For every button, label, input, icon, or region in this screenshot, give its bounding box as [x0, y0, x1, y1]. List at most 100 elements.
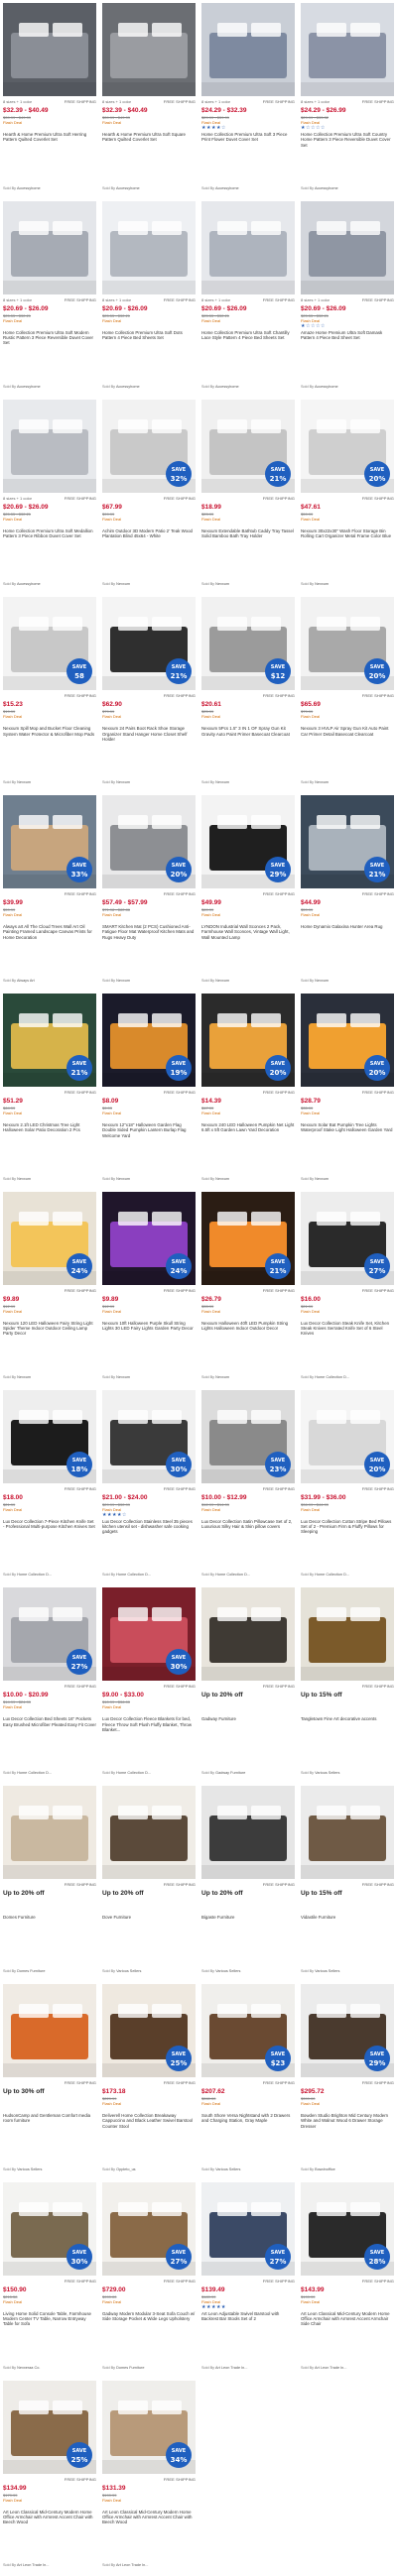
- seller-name[interactable]: Nexxum: [315, 780, 329, 784]
- seller-name[interactable]: Home Collection D...: [315, 1573, 349, 1577]
- seller-name[interactable]: Home Collection D...: [215, 1573, 250, 1577]
- product-card[interactable]: SAVE 27% FREE SHIPPING $10.00 - $20.99 $14.9…: [0, 1584, 99, 1783]
- product-title[interactable]: Lux Decor Collection Fleece Blankets for…: [102, 1716, 196, 1732]
- product-title[interactable]: Art Leon Classical Mid-Century Modern Ho…: [102, 2510, 196, 2525]
- product-card[interactable]: SAVE 25% FREE SHIPPING $134.99 $179.99 Flash …: [0, 2378, 99, 2576]
- product-title[interactable]: Vidaxtile Furniture: [301, 1915, 394, 1920]
- product-title[interactable]: Nexxum Solar Bat Pumpkin Tree Lights Wat…: [301, 1122, 394, 1133]
- seller-name[interactable]: Art Leon Trade In...: [215, 2366, 248, 2370]
- product-title[interactable]: Nexxum 10ft Halloween Purple Skull Strin…: [102, 1321, 196, 1332]
- product-title[interactable]: Nexxum 240 LED Halloween Pumpkin Net Lig…: [201, 1122, 295, 1133]
- seller-name[interactable]: Art Leon Trade In...: [17, 2563, 50, 2567]
- product-card[interactable]: SAVE 24% FREE SHIPPING $9.89 $12.99 Flash Dea…: [0, 1189, 99, 1387]
- product-image[interactable]: [3, 3, 96, 96]
- product-card[interactable]: FREE SHIPPING Up to 20% off Domes Furnitur…: [0, 1783, 99, 1981]
- size-options[interactable]: 8 sizes + 1 color: [102, 99, 131, 105]
- product-image[interactable]: SAVE 20%: [301, 399, 394, 493]
- product-card[interactable]: 8 sizes + 1 color FREE SHIPPING $20.69 - $…: [0, 198, 99, 397]
- product-image[interactable]: [301, 1587, 394, 1682]
- product-card[interactable]: FREE SHIPPING Up to 20% off Bigaste Furnit…: [198, 1783, 298, 1981]
- product-image[interactable]: SAVE 34%: [102, 2380, 196, 2474]
- product-card[interactable]: 8 sizes + 1 color FREE SHIPPING $32.39 - $…: [0, 0, 99, 198]
- product-image[interactable]: [3, 399, 96, 493]
- product-title[interactable]: Lux Decor Collection 7-Piece Kitchen Kni…: [3, 1519, 96, 1530]
- seller-name[interactable]: Nexxum: [17, 1375, 31, 1379]
- product-image[interactable]: SAVE 27%: [102, 2181, 196, 2276]
- product-card[interactable]: SAVE 27% FREE SHIPPING $139.49 $189.99 Flash …: [198, 2179, 298, 2378]
- size-options[interactable]: 8 sizes + 1 color: [301, 99, 330, 105]
- seller-name[interactable]: Nexxum: [116, 1177, 130, 1181]
- product-title[interactable]: Gadway Modern Modular 3-Seat Sofa Couch …: [102, 2311, 196, 2322]
- product-card[interactable]: SAVE 21% FREE SHIPPING $51.29 $64.99 Flash De…: [0, 991, 99, 1189]
- product-image[interactable]: SAVE 21%: [201, 1191, 295, 1285]
- product-card[interactable]: FREE SHIPPING Up to 15% off Tangletown Fin…: [298, 1584, 397, 1783]
- product-title[interactable]: SMART Kitchen Mat (2 PCS) Cushioned Anti…: [102, 924, 196, 940]
- product-title[interactable]: Nexxum 3 HVLP Air Spray Gun Kit Auto Pai…: [301, 726, 394, 737]
- seller-name[interactable]: Oppleto_us: [116, 2167, 135, 2171]
- product-title[interactable]: LYNDON Industrial Wall Sconces 2 Pack, F…: [201, 924, 295, 940]
- product-image[interactable]: SAVE 27%: [3, 1587, 96, 1682]
- product-image[interactable]: [201, 1587, 295, 1682]
- product-title[interactable]: Dove Furniture: [102, 1915, 196, 1920]
- product-image[interactable]: SAVE 29%: [201, 795, 295, 889]
- product-image[interactable]: SAVE 24%: [3, 1191, 96, 1285]
- product-title[interactable]: Lux Decor Collection Satin Pillowcase Se…: [201, 1519, 295, 1530]
- product-card[interactable]: SAVE 33% FREE SHIPPING $39.99 $59.99 Flash De…: [0, 792, 99, 991]
- size-options[interactable]: 8 sizes + 1 color: [3, 99, 32, 105]
- product-card[interactable]: SAVE 58 FREE SHIPPING $15.23 $19.99 Flash Dea…: [0, 594, 99, 792]
- product-title[interactable]: Nexxum Extendable Bathtub Caddy Tray Tas…: [201, 528, 295, 539]
- product-image[interactable]: SAVE 19%: [102, 993, 196, 1087]
- product-card[interactable]: SAVE 21% FREE SHIPPING $62.90 $79.99 Flash De…: [99, 594, 198, 792]
- product-title[interactable]: Art Leon Classical Mid-Century Modern Ho…: [301, 2311, 394, 2327]
- product-image[interactable]: SAVE $12: [201, 597, 295, 691]
- product-card[interactable]: FREE SHIPPING Up to 30% off HudsonCamp and…: [0, 1981, 99, 2179]
- product-title[interactable]: Nexxum 30x22x30" Wash Floor Storage Bin …: [301, 528, 394, 539]
- product-card[interactable]: SAVE 32% FREE SHIPPING $67.99 $99.99 Flash De…: [99, 397, 198, 595]
- seller-name[interactable]: Nexxum: [315, 1177, 329, 1181]
- product-image[interactable]: SAVE 29%: [301, 1983, 394, 2077]
- seller-name[interactable]: Nexxum: [215, 582, 229, 586]
- size-options[interactable]: 8 sizes + 1 color: [102, 297, 131, 303]
- seller-name[interactable]: Nexxum: [215, 979, 229, 983]
- product-title[interactable]: Home Collection Premium Ultra Soft Medal…: [3, 528, 96, 539]
- product-image[interactable]: [3, 200, 96, 294]
- product-image[interactable]: SAVE 23%: [201, 1389, 295, 1483]
- product-card[interactable]: 8 sizes + 1 color FREE SHIPPING $20.69 - $…: [0, 397, 99, 595]
- product-card[interactable]: SAVE 24% FREE SHIPPING $9.89 $12.99 Flash Dea…: [99, 1189, 198, 1387]
- product-card[interactable]: FREE SHIPPING Up to 20% off Gadway Furnitu…: [198, 1584, 298, 1783]
- product-title[interactable]: Tangletown Fine Art decorative accents: [301, 1716, 394, 1721]
- product-image[interactable]: SAVE $23: [201, 1983, 295, 2077]
- product-title[interactable]: Hearth & Home Premium Ultra Soft Square …: [102, 132, 196, 143]
- product-title[interactable]: South Shore Versa Nightstand with 2 Draw…: [201, 2113, 295, 2124]
- product-card[interactable]: SAVE 27% FREE SHIPPING $729.00 $999.00 Flash …: [99, 2179, 198, 2378]
- product-card[interactable]: SAVE 20% FREE SHIPPING $65.69 $79.99 Flash De…: [298, 594, 397, 792]
- product-image[interactable]: SAVE 28%: [301, 2181, 394, 2276]
- product-title[interactable]: Home Collection Premium Ultra Soft Dots …: [102, 330, 196, 341]
- product-image[interactable]: SAVE 33%: [3, 795, 96, 889]
- seller-name[interactable]: Accessyhome: [315, 385, 338, 389]
- seller-name[interactable]: Home Collection D...: [116, 1573, 151, 1577]
- seller-name[interactable]: Always Art: [17, 979, 35, 983]
- product-title[interactable]: Home Collection Premium Ultra Soft Count…: [301, 132, 394, 148]
- product-title[interactable]: Always art All The Cloud Trees Wall Art …: [3, 924, 96, 940]
- seller-name[interactable]: Nexxum: [315, 979, 329, 983]
- seller-name[interactable]: Nexxum: [17, 1177, 31, 1181]
- product-title[interactable]: Nexxum Halloween 40ft LED Pumpkin String…: [201, 1321, 295, 1332]
- product-title[interactable]: Home Collection Premium Ultra Soft 3 Pie…: [201, 132, 295, 143]
- seller-name[interactable]: Various Sellers: [116, 1969, 141, 1973]
- product-image[interactable]: SAVE 30%: [3, 2181, 96, 2276]
- product-card[interactable]: SAVE 34% FREE SHIPPING $131.39 $199.99 Flash …: [99, 2378, 198, 2576]
- product-image[interactable]: [201, 3, 295, 96]
- seller-name[interactable]: Nexxum: [215, 1177, 229, 1181]
- seller-name[interactable]: Accessyhome: [215, 186, 239, 190]
- product-card[interactable]: SAVE 28% FREE SHIPPING $143.99 $199.99 Flash …: [298, 2179, 397, 2378]
- product-image[interactable]: SAVE 58: [3, 597, 96, 691]
- product-title[interactable]: HudsonCamp and Gentleman Comfort media r…: [3, 2113, 96, 2124]
- product-title[interactable]: Gadway Furniture: [201, 1716, 295, 1721]
- product-card[interactable]: SAVE 19% FREE SHIPPING $8.09 $9.99 Flash Deal…: [99, 991, 198, 1189]
- product-image[interactable]: SAVE 21%: [301, 795, 394, 889]
- product-card[interactable]: 8 sizes + 1 color FREE SHIPPING $20.69 - $…: [198, 198, 298, 397]
- product-title[interactable]: Nexxum Spill Mop and Bucket Floor Cleani…: [3, 726, 96, 737]
- seller-name[interactable]: Gadway Furniture: [215, 1771, 245, 1775]
- product-card[interactable]: FREE SHIPPING Up to 20% off Dove Furniture…: [99, 1783, 198, 1981]
